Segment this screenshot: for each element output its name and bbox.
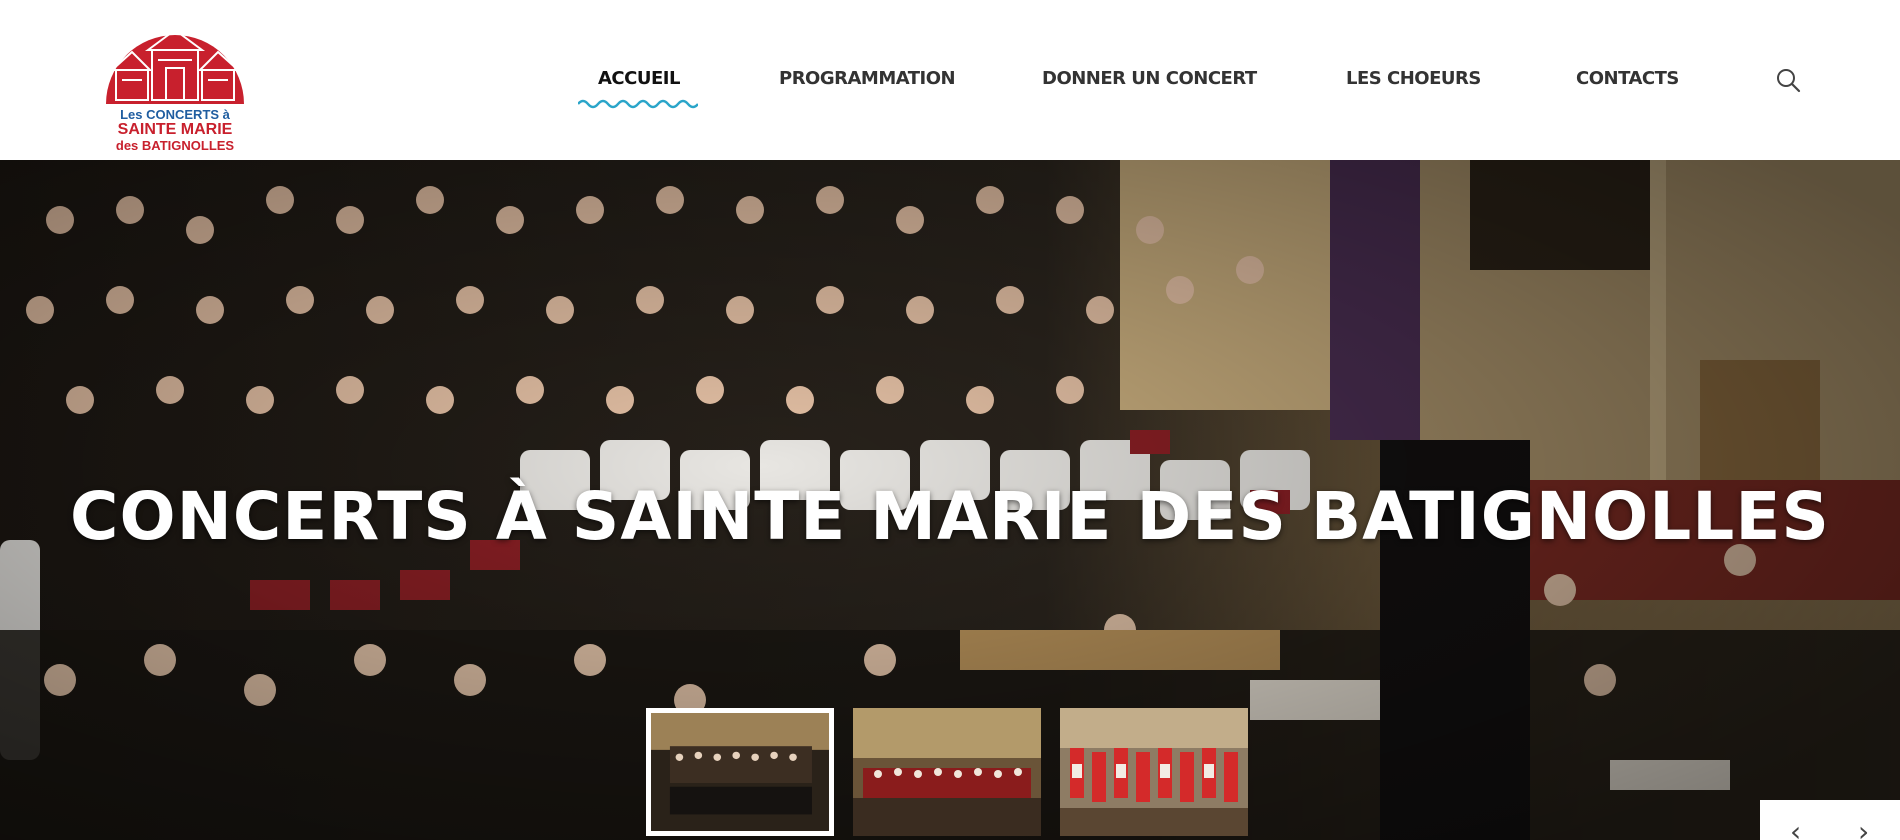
thumbnail-children-choir-red[interactable] (1060, 708, 1248, 836)
chevron-right-icon[interactable]: › (1858, 818, 1869, 840)
nav-item-contacts[interactable]: CONTACTS (1576, 68, 1679, 89)
hero-slider: CONCERTS À SAINTE MARIE DES BATIGNOLLES (0, 160, 1900, 840)
logo-line-2: SAINTE MARIE (117, 121, 233, 138)
thumbnail-choir-orchestra[interactable] (646, 708, 834, 836)
active-nav-wave-underline (578, 99, 698, 109)
site-header: Les CONCERTS à SAINTE MARIE des BATIGNOL… (0, 0, 1900, 160)
thumbnail-image (1060, 708, 1248, 836)
main-nav: ACCUEIL PROGRAMMATION DONNER UN CONCERT … (0, 68, 1900, 92)
hero-title: CONCERTS À SAINTE MARIE DES BATIGNOLLES (70, 478, 1830, 555)
logo-line-3: des BATIGNOLLES (115, 138, 235, 153)
nav-item-donner-un-concert[interactable]: DONNER UN CONCERT (1042, 68, 1257, 89)
logo-line-1: Les CONCERTS à (120, 107, 230, 122)
nav-item-accueil[interactable]: ACCUEIL (598, 68, 680, 89)
church-logo-icon (106, 14, 244, 104)
nav-item-programmation[interactable]: PROGRAMMATION (779, 68, 956, 89)
logo-text: Les CONCERTS à SAINTE MARIE des BATIGNOL… (102, 108, 248, 152)
chevron-left-icon[interactable]: ‹ (1790, 818, 1801, 840)
thumbnail-image (651, 713, 829, 831)
slider-controls: ‹ › (1760, 800, 1900, 840)
search-icon[interactable] (1775, 67, 1801, 93)
thumbnail-choir-red-stage[interactable] (853, 708, 1041, 836)
slider-thumbnails (0, 708, 1900, 838)
thumbnail-image (853, 708, 1041, 836)
nav-item-les-choeurs[interactable]: LES CHOEURS (1346, 68, 1481, 89)
